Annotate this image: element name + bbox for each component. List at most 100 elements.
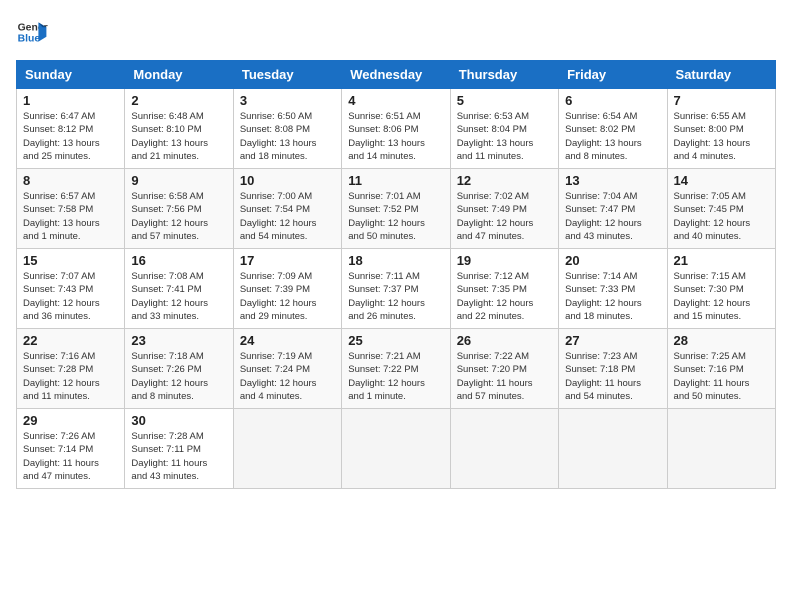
day-info: Sunrise: 6:50 AM Sunset: 8:08 PM Dayligh…	[240, 110, 335, 163]
empty-cell	[233, 409, 341, 489]
day-info: Sunrise: 6:57 AM Sunset: 7:58 PM Dayligh…	[23, 190, 118, 243]
day-number: 5	[457, 93, 552, 108]
day-cell-9: 9Sunrise: 6:58 AM Sunset: 7:56 PM Daylig…	[125, 169, 233, 249]
empty-cell	[667, 409, 775, 489]
day-cell-7: 7 Sunrise: 6:55 AM Sunset: 8:00 PM Daylig…	[667, 89, 775, 169]
day-number: 27	[565, 333, 660, 348]
day-cell-26: 26 Sunrise: 7:22 AM Sunset: 7:20 PM Dayli…	[450, 329, 558, 409]
day-number: 1	[23, 93, 118, 108]
col-header-saturday: Saturday	[667, 61, 775, 89]
day-info: Sunrise: 7:28 AM Sunset: 7:11 PM Dayligh…	[131, 430, 226, 483]
day-cell-20: 20 Sunrise: 7:14 AM Sunset: 7:33 PM Dayli…	[559, 249, 667, 329]
day-cell-3: 3 Sunrise: 6:50 AM Sunset: 8:08 PM Daylig…	[233, 89, 341, 169]
day-info: Sunrise: 7:11 AM Sunset: 7:37 PM Dayligh…	[348, 270, 443, 323]
day-number: 6	[565, 93, 660, 108]
day-number: 20	[565, 253, 660, 268]
page-header: General Blue	[16, 16, 776, 48]
day-number: 12	[457, 173, 552, 188]
day-cell-16: 16Sunrise: 7:08 AM Sunset: 7:41 PM Dayli…	[125, 249, 233, 329]
day-number: 30	[131, 413, 226, 428]
day-info: Sunrise: 7:00 AM Sunset: 7:54 PM Dayligh…	[240, 190, 335, 243]
day-cell-1: 1 Sunrise: 6:47 AM Sunset: 8:12 PM Daylig…	[17, 89, 125, 169]
day-cell-30: 30 Sunrise: 7:28 AM Sunset: 7:11 PM Dayli…	[125, 409, 233, 489]
day-info: Sunrise: 6:48 AM Sunset: 8:10 PM Dayligh…	[131, 110, 226, 163]
day-cell-22: 22 Sunrise: 7:16 AM Sunset: 7:28 PM Dayli…	[17, 329, 125, 409]
calendar-header-row: SundayMondayTuesdayWednesdayThursdayFrid…	[17, 61, 776, 89]
week-row-3: 15 Sunrise: 7:07 AM Sunset: 7:43 PM Dayli…	[17, 249, 776, 329]
day-info: Sunrise: 7:02 AM Sunset: 7:49 PM Dayligh…	[457, 190, 552, 243]
day-number: 22	[23, 333, 118, 348]
day-cell-13: 13 Sunrise: 7:04 AM Sunset: 7:47 PM Dayli…	[559, 169, 667, 249]
day-info: Sunrise: 7:25 AM Sunset: 7:16 PM Dayligh…	[674, 350, 769, 403]
week-row-1: 1 Sunrise: 6:47 AM Sunset: 8:12 PM Daylig…	[17, 89, 776, 169]
day-cell-10: 10 Sunrise: 7:00 AM Sunset: 7:54 PM Dayli…	[233, 169, 341, 249]
day-info: Sunrise: 7:23 AM Sunset: 7:18 PM Dayligh…	[565, 350, 660, 403]
day-number: 8	[23, 173, 118, 188]
day-info: Sunrise: 7:07 AM Sunset: 7:43 PM Dayligh…	[23, 270, 118, 323]
col-header-monday: Monday	[125, 61, 233, 89]
day-info: Sunrise: 6:51 AM Sunset: 8:06 PM Dayligh…	[348, 110, 443, 163]
day-number: 2	[131, 93, 226, 108]
day-cell-24: 24Sunrise: 7:19 AM Sunset: 7:24 PM Dayli…	[233, 329, 341, 409]
day-info: Sunrise: 7:09 AM Sunset: 7:39 PM Dayligh…	[240, 270, 335, 323]
day-number: 13	[565, 173, 660, 188]
logo: General Blue	[16, 16, 48, 48]
day-cell-2: 2 Sunrise: 6:48 AM Sunset: 8:10 PM Daylig…	[125, 89, 233, 169]
day-cell-17: 17 Sunrise: 7:09 AM Sunset: 7:39 PM Dayli…	[233, 249, 341, 329]
day-info: Sunrise: 6:58 AM Sunset: 7:56 PM Dayligh…	[131, 190, 226, 243]
day-number: 26	[457, 333, 552, 348]
col-header-wednesday: Wednesday	[342, 61, 450, 89]
day-info: Sunrise: 7:26 AM Sunset: 7:14 PM Dayligh…	[23, 430, 118, 483]
day-cell-15: 15 Sunrise: 7:07 AM Sunset: 7:43 PM Dayli…	[17, 249, 125, 329]
day-info: Sunrise: 6:53 AM Sunset: 8:04 PM Dayligh…	[457, 110, 552, 163]
day-number: 7	[674, 93, 769, 108]
day-number: 15	[23, 253, 118, 268]
day-cell-25: 25 Sunrise: 7:21 AM Sunset: 7:22 PM Dayli…	[342, 329, 450, 409]
day-number: 24	[240, 333, 335, 348]
day-info: Sunrise: 7:15 AM Sunset: 7:30 PM Dayligh…	[674, 270, 769, 323]
day-cell-21: 21 Sunrise: 7:15 AM Sunset: 7:30 PM Dayli…	[667, 249, 775, 329]
day-info: Sunrise: 6:47 AM Sunset: 8:12 PM Dayligh…	[23, 110, 118, 163]
week-row-4: 22 Sunrise: 7:16 AM Sunset: 7:28 PM Dayli…	[17, 329, 776, 409]
day-cell-18: 18 Sunrise: 7:11 AM Sunset: 7:37 PM Dayli…	[342, 249, 450, 329]
day-info: Sunrise: 7:18 AM Sunset: 7:26 PM Dayligh…	[131, 350, 226, 403]
day-info: Sunrise: 7:04 AM Sunset: 7:47 PM Dayligh…	[565, 190, 660, 243]
week-row-5: 29 Sunrise: 7:26 AM Sunset: 7:14 PM Dayli…	[17, 409, 776, 489]
week-row-2: 8 Sunrise: 6:57 AM Sunset: 7:58 PM Daylig…	[17, 169, 776, 249]
day-cell-28: 28 Sunrise: 7:25 AM Sunset: 7:16 PM Dayli…	[667, 329, 775, 409]
day-cell-27: 27 Sunrise: 7:23 AM Sunset: 7:18 PM Dayli…	[559, 329, 667, 409]
day-cell-12: 12 Sunrise: 7:02 AM Sunset: 7:49 PM Dayli…	[450, 169, 558, 249]
col-header-thursday: Thursday	[450, 61, 558, 89]
empty-cell	[342, 409, 450, 489]
day-cell-29: 29 Sunrise: 7:26 AM Sunset: 7:14 PM Dayli…	[17, 409, 125, 489]
day-number: 11	[348, 173, 443, 188]
day-info: Sunrise: 7:14 AM Sunset: 7:33 PM Dayligh…	[565, 270, 660, 323]
day-cell-4: 4Sunrise: 6:51 AM Sunset: 8:06 PM Daylig…	[342, 89, 450, 169]
day-info: Sunrise: 7:05 AM Sunset: 7:45 PM Dayligh…	[674, 190, 769, 243]
day-cell-5: 5 Sunrise: 6:53 AM Sunset: 8:04 PM Daylig…	[450, 89, 558, 169]
day-number: 29	[23, 413, 118, 428]
day-cell-6: 6Sunrise: 6:54 AM Sunset: 8:02 PM Daylig…	[559, 89, 667, 169]
day-number: 18	[348, 253, 443, 268]
day-number: 17	[240, 253, 335, 268]
day-info: Sunrise: 7:16 AM Sunset: 7:28 PM Dayligh…	[23, 350, 118, 403]
day-info: Sunrise: 6:55 AM Sunset: 8:00 PM Dayligh…	[674, 110, 769, 163]
day-cell-14: 14 Sunrise: 7:05 AM Sunset: 7:45 PM Dayli…	[667, 169, 775, 249]
day-number: 23	[131, 333, 226, 348]
day-number: 25	[348, 333, 443, 348]
col-header-sunday: Sunday	[17, 61, 125, 89]
day-cell-19: 19Sunrise: 7:12 AM Sunset: 7:35 PM Dayli…	[450, 249, 558, 329]
col-header-tuesday: Tuesday	[233, 61, 341, 89]
day-info: Sunrise: 7:21 AM Sunset: 7:22 PM Dayligh…	[348, 350, 443, 403]
day-number: 10	[240, 173, 335, 188]
day-cell-23: 23 Sunrise: 7:18 AM Sunset: 7:26 PM Dayli…	[125, 329, 233, 409]
day-number: 14	[674, 173, 769, 188]
day-cell-8: 8 Sunrise: 6:57 AM Sunset: 7:58 PM Daylig…	[17, 169, 125, 249]
day-number: 19	[457, 253, 552, 268]
day-info: Sunrise: 7:22 AM Sunset: 7:20 PM Dayligh…	[457, 350, 552, 403]
day-number: 21	[674, 253, 769, 268]
day-number: 28	[674, 333, 769, 348]
day-info: Sunrise: 7:01 AM Sunset: 7:52 PM Dayligh…	[348, 190, 443, 243]
empty-cell	[559, 409, 667, 489]
day-number: 3	[240, 93, 335, 108]
